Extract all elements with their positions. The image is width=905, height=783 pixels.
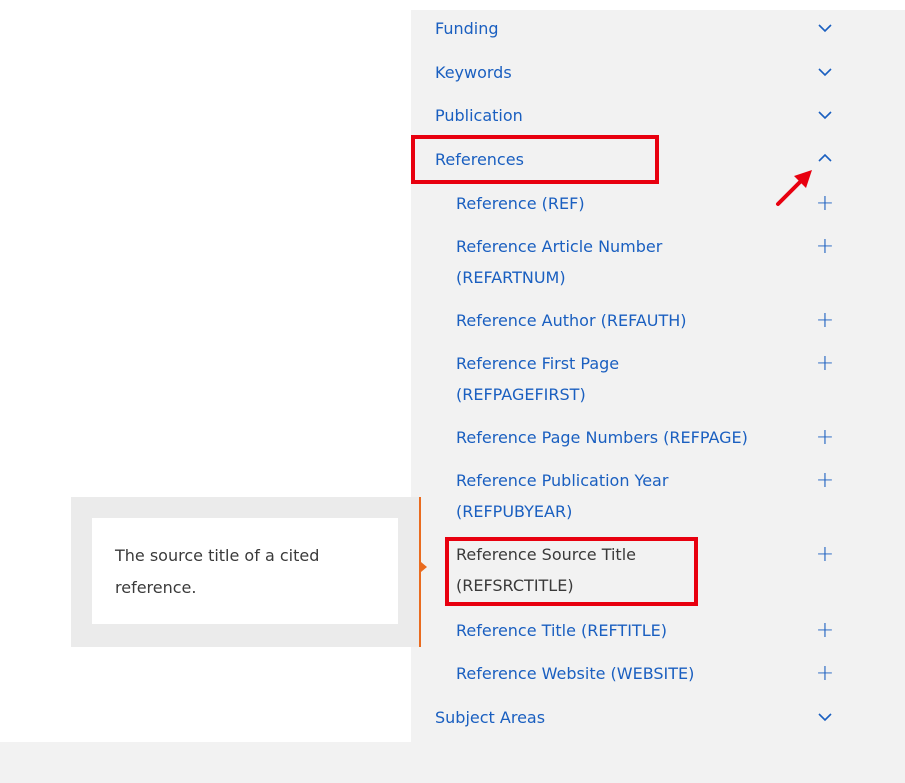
highlight-box-source-title [445, 537, 698, 606]
tooltip-line: The source title of a cited [115, 546, 320, 565]
footer-band [0, 742, 905, 783]
chevron-down-icon[interactable] [815, 707, 835, 727]
plus-icon[interactable]: + [815, 310, 835, 332]
plus-icon[interactable]: + [815, 353, 835, 375]
chevron-down-icon[interactable] [815, 18, 835, 38]
field-label: Reference Website (WEBSITE) [456, 664, 695, 683]
field-reftitle[interactable]: Reference Title (REFTITLE) + [411, 618, 905, 643]
field-label: Reference (REF) [456, 194, 585, 213]
field-refpubyear[interactable]: Reference Publication Year (REFPUBYEAR) … [411, 468, 905, 523]
plus-icon[interactable]: + [815, 620, 835, 642]
field-refpagefirst[interactable]: Reference First Page (REFPAGEFIRST) + [411, 351, 905, 406]
field-code: (REFPAGEFIRST) [456, 385, 586, 404]
plus-icon[interactable]: + [815, 544, 835, 566]
field-refauth[interactable]: Reference Author (REFAUTH) + [411, 308, 905, 333]
field-refartnum[interactable]: Reference Article Number (REFARTNUM) + [411, 234, 905, 289]
field-label: Reference Author (REFAUTH) [456, 311, 687, 330]
field-label: Reference Publication Year [456, 471, 669, 490]
section-label: Publication [435, 106, 523, 125]
section-label: Keywords [435, 63, 512, 82]
highlight-box-references [411, 135, 659, 184]
field-label: Reference Article Number [456, 237, 663, 256]
chevron-down-icon[interactable] [815, 62, 835, 82]
section-label: Subject Areas [435, 708, 546, 727]
tooltip-accent-bar [419, 497, 421, 647]
field-label: Reference First Page [456, 354, 620, 373]
plus-icon[interactable]: + [815, 427, 835, 449]
field-label: Reference Page Numbers (REFPAGE) [456, 428, 748, 447]
annotation-arrow-icon [776, 170, 812, 206]
section-label: Funding [435, 19, 499, 38]
plus-icon[interactable]: + [815, 236, 835, 258]
chevron-down-icon[interactable] [815, 105, 835, 125]
tooltip-pointer-icon [421, 562, 427, 572]
field-refpage[interactable]: Reference Page Numbers (REFPAGE) + [411, 425, 905, 450]
section-keywords[interactable]: Keywords [411, 60, 905, 85]
plus-icon[interactable]: + [815, 663, 835, 685]
section-publication[interactable]: Publication [411, 103, 905, 128]
field-code: (REFPUBYEAR) [456, 502, 573, 521]
section-funding[interactable]: Funding [411, 16, 905, 41]
field-label: Reference Title (REFTITLE) [456, 621, 667, 640]
field-website[interactable]: Reference Website (WEBSITE) + [411, 661, 905, 686]
tooltip-line: reference. [115, 578, 197, 597]
field-ref[interactable]: Reference (REF) + [411, 191, 905, 216]
plus-icon[interactable]: + [815, 470, 835, 492]
tooltip-text: The source title of a cited reference. [115, 540, 385, 604]
field-code: (REFARTNUM) [456, 268, 566, 287]
section-subject-areas[interactable]: Subject Areas [411, 705, 905, 730]
